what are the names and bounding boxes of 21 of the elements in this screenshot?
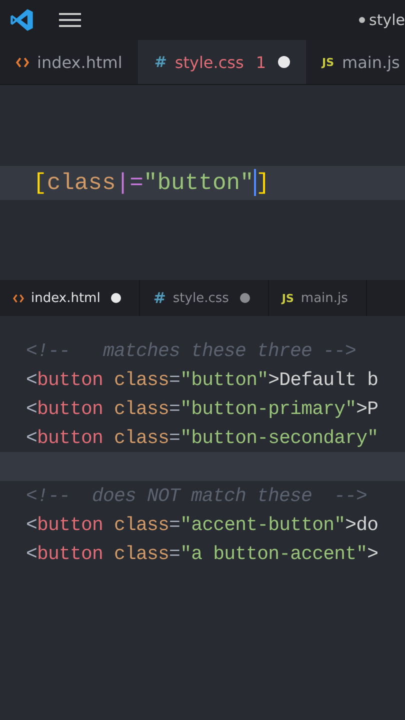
- code-line: <button class="a button-accent">: [25, 542, 380, 566]
- editor-tab[interactable]: index.html: [0, 40, 138, 84]
- app-logo-icon[interactable]: [9, 7, 35, 33]
- code-brackets-icon: [16, 56, 29, 68]
- editor-tab[interactable]: # style.css: [140, 280, 269, 316]
- menu-icon[interactable]: [59, 13, 81, 27]
- code-line: <!-- does NOT match these -->: [25, 484, 368, 508]
- code-line: <!-- matches these three -->: [25, 338, 358, 364]
- hash-icon: #: [154, 53, 167, 71]
- code-line: <button class="button-primary">P: [25, 396, 380, 422]
- editor-tab[interactable]: JS main.js: [268, 280, 367, 316]
- hash-icon: #: [153, 289, 166, 307]
- js-icon: JS: [322, 56, 334, 68]
- code-line: <button class="button">Default b: [25, 368, 380, 392]
- js-icon: JS: [282, 292, 294, 304]
- window-title: style: [369, 11, 405, 29]
- editor-tab[interactable]: JS main.js: [306, 40, 405, 84]
- code-brackets-icon: [13, 294, 24, 302]
- editor-tab[interactable]: # style.css 1: [138, 40, 306, 84]
- code-line: <button class="accent-button">do: [25, 512, 380, 538]
- code-line: <button class="button-secondary": [25, 426, 380, 450]
